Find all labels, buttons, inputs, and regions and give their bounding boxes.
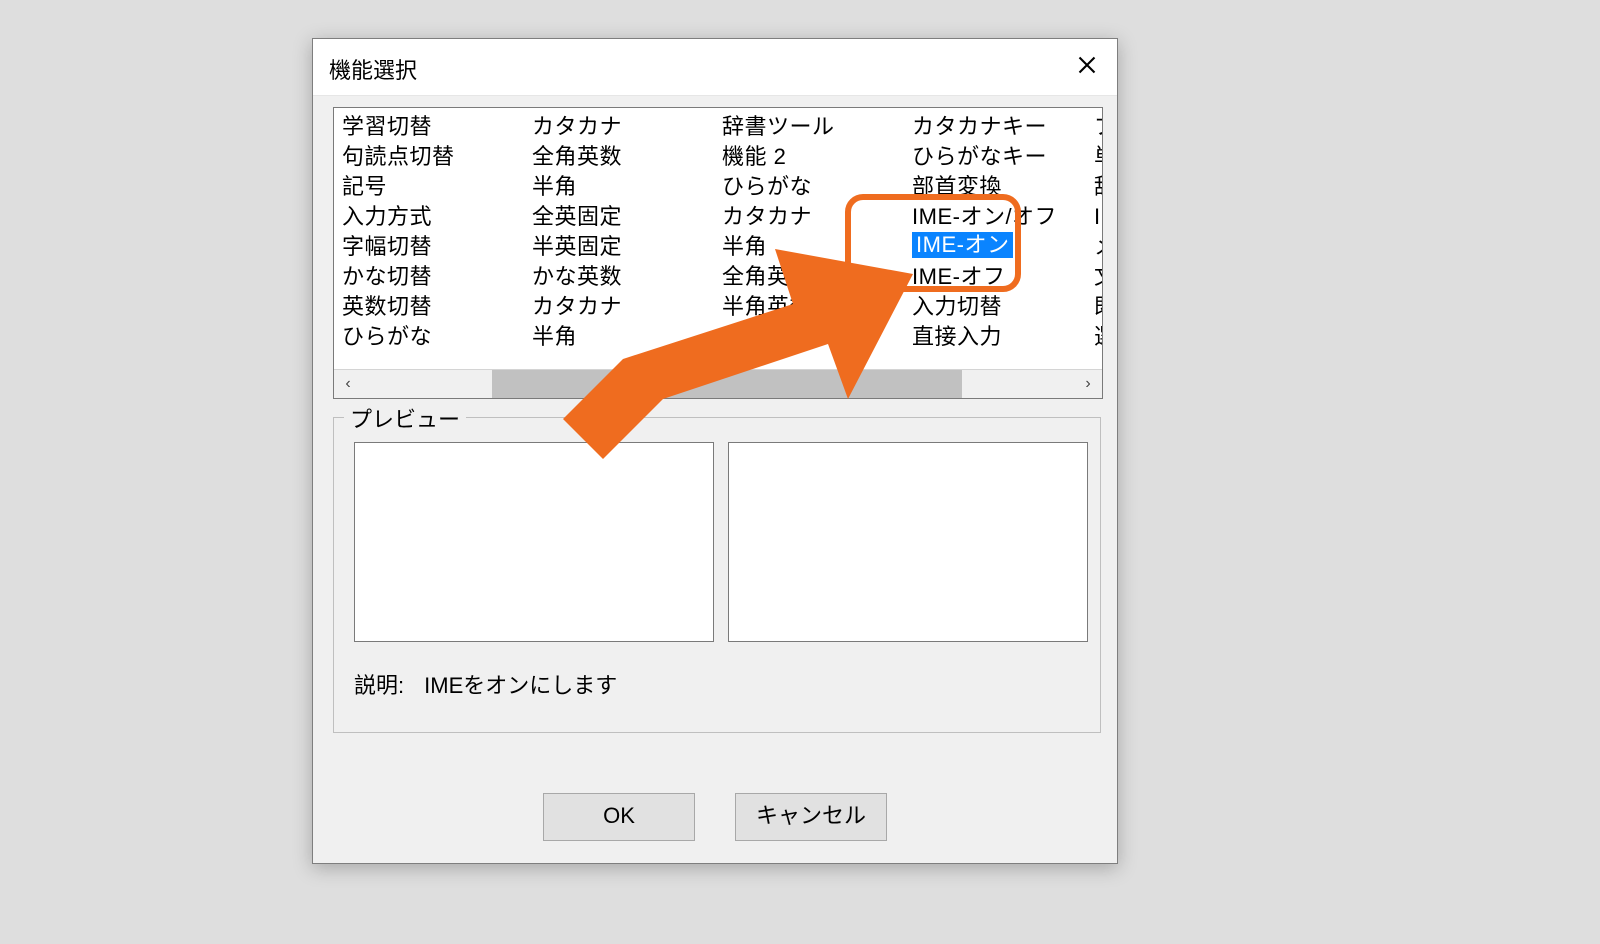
list-column: 学習切替句読点切替記号入力方式字幅切替かな切替英数切替ひらがな [334, 108, 524, 352]
list-item[interactable]: 全角英数 [532, 142, 714, 172]
list-item[interactable]: 半角 [532, 172, 714, 202]
chevron-right-icon: › [1085, 375, 1090, 393]
scroll-right-button[interactable]: › [1074, 370, 1102, 398]
list-item[interactable]: ひらがな [342, 322, 524, 352]
chevron-left-icon: ‹ [345, 375, 350, 393]
list-item[interactable]: かな切替 [342, 262, 524, 292]
dialog-title: 機能選択 [329, 53, 417, 85]
list-item[interactable]: 半角 [532, 322, 714, 352]
list-item[interactable]: IME-オフ [912, 262, 1094, 292]
preview-group: プレビュー 説明: IMEをオンにします [333, 417, 1101, 733]
list-item[interactable]: IME-オン [912, 232, 1013, 258]
list-item[interactable]: 入力方式 [342, 202, 524, 232]
list-item[interactable]: 記号 [342, 172, 524, 202]
list-item[interactable]: 半角英数 [722, 292, 904, 322]
list-item[interactable]: ひらがなキー [912, 142, 1094, 172]
scroll-track[interactable] [362, 370, 1074, 398]
function-select-dialog: 機能選択 学習切替句読点切替記号入力方式字幅切替かな切替英数切替ひらがなカタカナ… [312, 38, 1118, 864]
list-item[interactable]: 字幅切替 [342, 232, 524, 262]
list-item[interactable]: 辞書ツール [722, 112, 904, 142]
list-item[interactable]: 機能 2 [722, 142, 904, 172]
list-item[interactable]: カタカナ [722, 202, 904, 232]
dialog-buttons: OK キャンセル [313, 793, 1117, 841]
list-column: カタカナ全角英数半角全英固定半英固定かな英数カタカナ半角 [524, 108, 714, 352]
preview-pane-left [354, 442, 714, 642]
horizontal-scrollbar[interactable]: ‹ › [334, 369, 1102, 398]
function-list-pane: 学習切替句読点切替記号入力方式字幅切替かな切替英数切替ひらがなカタカナ全角英数半… [333, 107, 1103, 399]
list-item[interactable]: ひらがな [722, 172, 904, 202]
cancel-button[interactable]: キャンセル [735, 793, 887, 841]
list-item[interactable]: 英数 [722, 322, 904, 352]
ok-button[interactable]: OK [543, 793, 695, 841]
list-item[interactable]: 学習切替 [342, 112, 524, 142]
list-column: プ単辞IMメ:文既選 [1094, 108, 1102, 352]
list-item[interactable]: かな英数 [532, 262, 714, 292]
list-item[interactable]: 入力切替 [912, 292, 1094, 322]
list-item[interactable]: メ: [1094, 232, 1102, 262]
close-icon [1078, 53, 1096, 81]
scroll-thumb[interactable] [492, 370, 962, 398]
list-item[interactable]: IM [1094, 202, 1102, 232]
list-item[interactable]: 句読点切替 [342, 142, 524, 172]
description-label: 説明: [354, 668, 404, 700]
list-column: カタカナキーひらがなキー部首変換IME-オン/オフIME-オン IME-オフ入力切… [904, 108, 1094, 352]
description-row: 説明: IMEをオンにします [354, 668, 617, 700]
list-item[interactable]: 全英固定 [532, 202, 714, 232]
list-item[interactable]: カタカナ [532, 112, 714, 142]
preview-pane-right [728, 442, 1088, 642]
titlebar: 機能選択 [313, 39, 1117, 96]
list-item[interactable]: 部首変換 [912, 172, 1094, 202]
function-list[interactable]: 学習切替句読点切替記号入力方式字幅切替かな切替英数切替ひらがなカタカナ全角英数半… [334, 108, 1102, 370]
list-item[interactable]: 半英固定 [532, 232, 714, 262]
description-text: IMEをオンにします [424, 668, 617, 700]
list-item[interactable]: 半角 [722, 232, 904, 262]
close-button[interactable] [1057, 39, 1117, 95]
list-item[interactable]: 文 [1094, 262, 1102, 292]
list-item[interactable]: プ [1094, 112, 1102, 142]
scroll-left-button[interactable]: ‹ [334, 370, 362, 398]
list-item[interactable]: 既 [1094, 292, 1102, 322]
list-item[interactable]: カタカナキー [912, 112, 1094, 142]
preview-group-label: プレビュー [344, 402, 466, 434]
list-item[interactable]: 単 [1094, 142, 1102, 172]
list-column: 辞書ツール機能 2ひらがなカタカナ半角全角英数半角英数英数 [714, 108, 904, 352]
list-item[interactable]: 全角英数 [722, 262, 904, 292]
list-item[interactable]: IME-オン/オフ [912, 202, 1094, 232]
list-item[interactable]: 英数切替 [342, 292, 524, 322]
list-item[interactable]: 選 [1094, 322, 1102, 352]
list-item[interactable]: カタカナ [532, 292, 714, 322]
list-item[interactable]: 辞 [1094, 172, 1102, 202]
list-item[interactable]: 直接入力 [912, 322, 1094, 352]
